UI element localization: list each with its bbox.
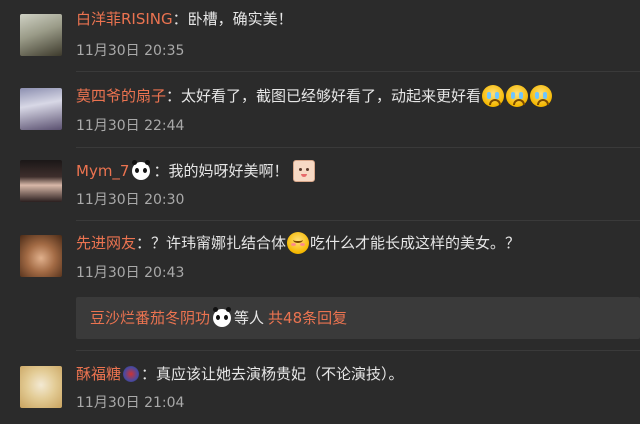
timestamp: 11月30日 22:44 [76,118,185,134]
timestamp: 11月30日 20:30 [76,192,185,208]
comment-text: ：？许玮甯娜扎结合体 [136,234,287,252]
panda-icon [132,160,151,180]
avatar[interactable] [20,160,62,202]
reply-summary-middle: 等人 [234,309,265,327]
divider [76,350,640,351]
divider [76,71,640,72]
timestamp: 11月30日 20:43 [76,265,185,281]
crying-emoji [506,85,529,107]
comment-feed: 白洋菲RISING ：卧槽，确实美！ 11月30日 20:35 莫四爷的扇子 ：… [0,0,640,424]
reply-summary-line: 豆沙烂番茄冬阴功 等人 共48条回复 [90,307,347,329]
timestamp: 11月30日 21:04 [76,395,185,411]
sticker-icon [292,160,315,182]
comment-line: Mym_7 ：我的妈呀好美啊！ [76,160,315,182]
reply-summary[interactable]: 豆沙烂番茄冬阴功 等人 共48条回复 [76,297,640,339]
crying-emoji [530,85,553,107]
crying-emoji [482,85,505,107]
username[interactable]: 莫四爷的扇子 [76,85,166,107]
comment-text: ：卧槽，确实美！ [172,10,293,28]
username[interactable]: 先进网友 [76,232,136,254]
avatar[interactable] [20,14,62,56]
comment-text: ：真应该让她去演杨贵妃（不论演技）。 [141,365,404,383]
avatar[interactable] [20,366,62,408]
comment-line: 莫四爷的扇子 ：太好看了，截图已经够好看了，动起来更好看 [76,85,553,107]
divider [76,147,640,148]
avatar[interactable] [20,235,62,277]
comment-line: 酥福糖 ：真应该让她去演杨贵妃（不论演技）。 [76,363,404,385]
comment-text: 吃什么才能长成这样的美女。？ [310,234,521,252]
timestamp: 11月30日 20:35 [76,43,185,59]
username[interactable]: 酥福糖 [76,363,121,385]
comment-text: ：太好看了，截图已经够好看了，动起来更好看 [166,87,482,105]
shy-emoji [287,232,310,254]
replier-name[interactable]: 豆沙烂番茄冬阴功 [90,307,210,329]
comment-text: ：我的妈呀好美啊！ [153,162,289,180]
member-badge-icon [123,366,140,382]
username[interactable]: Mym_7 [76,160,129,182]
divider [76,220,640,221]
comment-line: 白洋菲RISING ：卧槽，确实美！ [76,8,293,30]
username[interactable]: 白洋菲RISING [76,8,173,30]
avatar[interactable] [20,88,62,130]
view-replies-link[interactable]: 共48条回复 [268,307,347,329]
panda-icon [213,307,232,327]
comment-line: 先进网友 ：？许玮甯娜扎结合体 吃什么才能长成这样的美女。？ [76,232,520,254]
